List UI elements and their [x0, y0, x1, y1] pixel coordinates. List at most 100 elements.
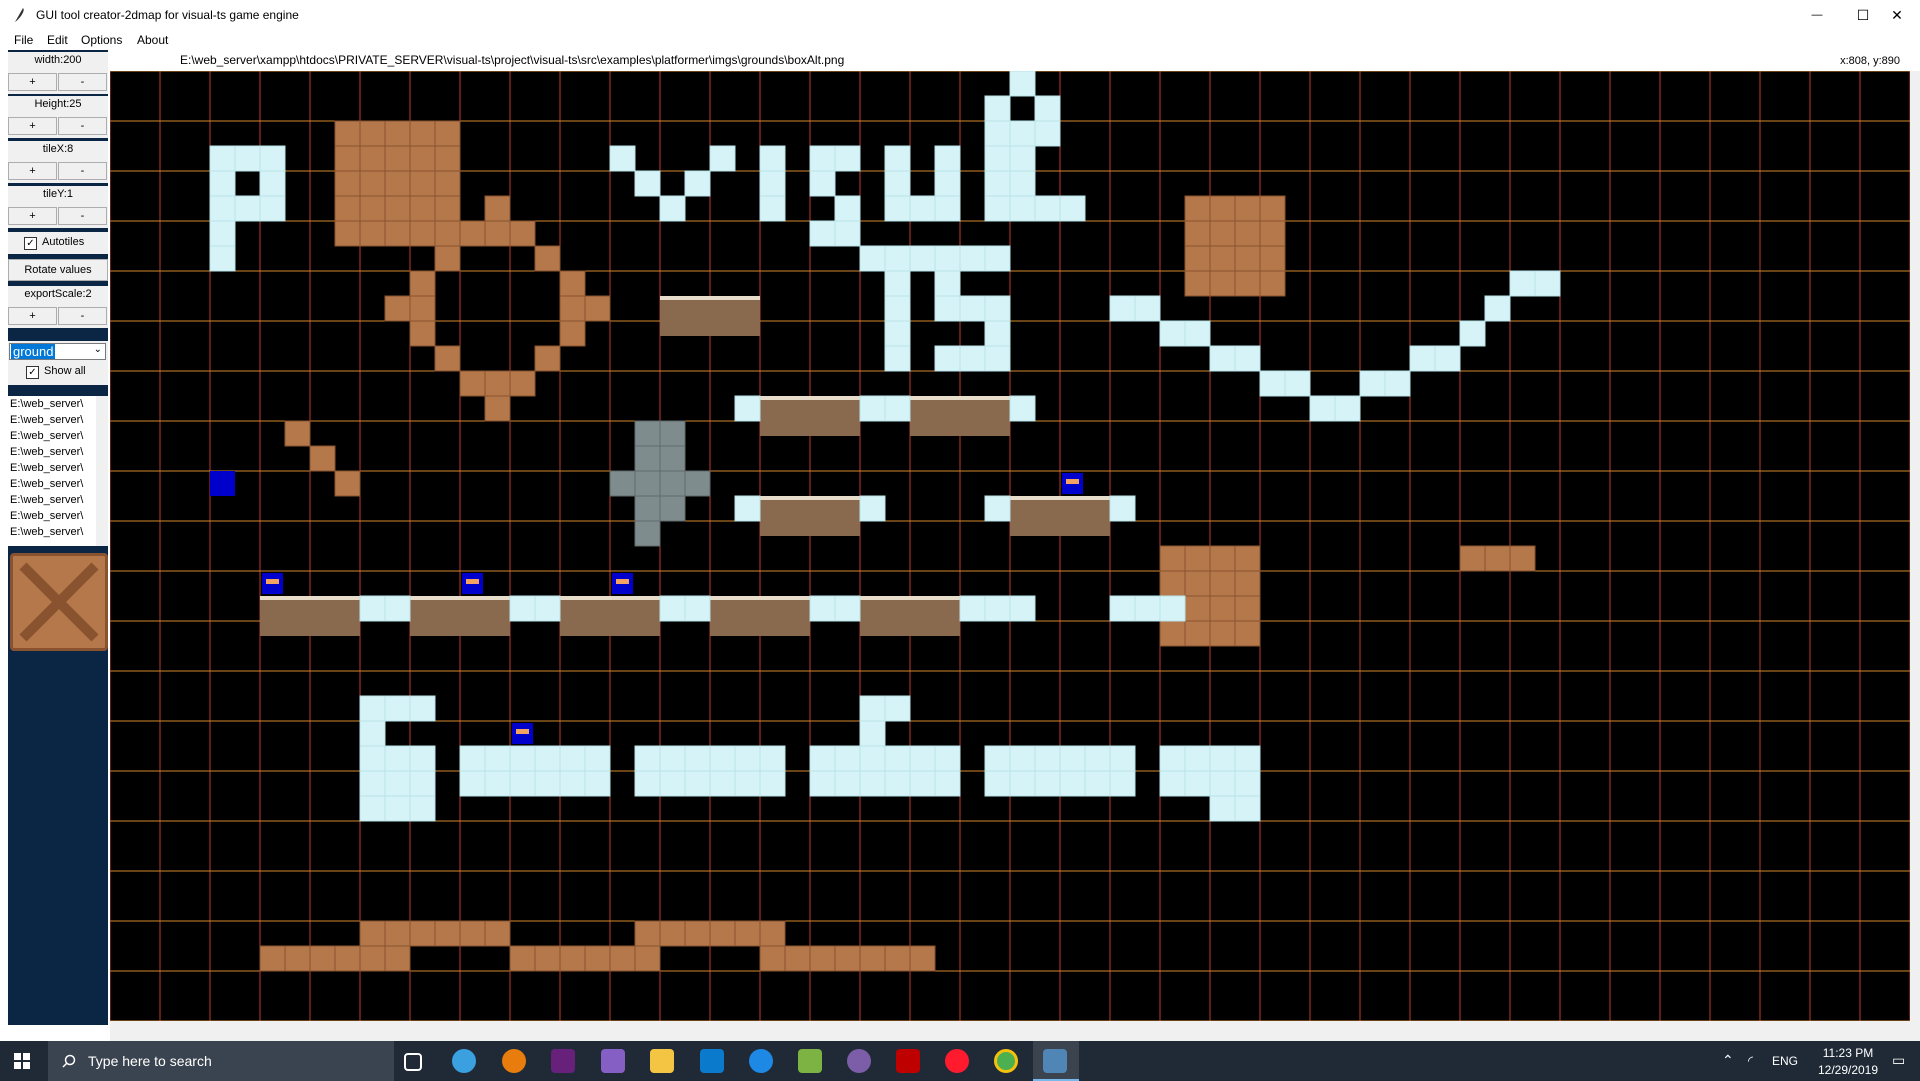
- menu-file[interactable]: File: [14, 33, 33, 47]
- map-grid[interactable]: [110, 71, 1910, 1021]
- blender-icon[interactable]: [502, 1049, 526, 1073]
- filezilla-icon[interactable]: [896, 1049, 920, 1073]
- width-panel: width:200 + -: [8, 52, 108, 94]
- rotate-values-button[interactable]: Rotate values: [8, 259, 108, 281]
- file-list[interactable]: E:\web_server\ E:\web_server\ E:\web_ser…: [8, 396, 108, 546]
- app-purple-icon[interactable]: [847, 1049, 871, 1073]
- export-plus-button[interactable]: +: [8, 307, 57, 325]
- box-tile: [484, 395, 511, 422]
- close-button[interactable]: ✕: [1874, 0, 1920, 30]
- ice-tile: [384, 745, 411, 772]
- list-item[interactable]: E:\web_server\: [8, 412, 96, 428]
- list-item[interactable]: E:\web_server\: [8, 444, 96, 460]
- list-item[interactable]: E:\web_server\: [8, 524, 96, 540]
- ice-tile: [934, 770, 961, 797]
- search-placeholder: Type here to search: [88, 1053, 212, 1069]
- box-tile: [409, 295, 436, 322]
- ice-tile: [984, 345, 1011, 372]
- ice-tile: [734, 395, 761, 422]
- windows-start-icon[interactable]: [14, 1053, 30, 1069]
- ice-tile: [859, 720, 886, 747]
- box-tile: [1209, 570, 1236, 597]
- box-tile: [334, 145, 361, 172]
- map-canvas[interactable]: [110, 71, 1910, 1021]
- export-minus-button[interactable]: -: [58, 307, 107, 325]
- width-plus-button[interactable]: +: [8, 73, 57, 91]
- ice-tile: [884, 295, 911, 322]
- ice-tile: [1084, 745, 1111, 772]
- vscode-icon[interactable]: [700, 1049, 724, 1073]
- ice-tile: [984, 495, 1011, 522]
- ice-tile: [1209, 770, 1236, 797]
- list-item[interactable]: E:\web_server\: [8, 460, 96, 476]
- height-plus-button[interactable]: +: [8, 117, 57, 135]
- box-tile: [1184, 595, 1211, 622]
- list-item[interactable]: E:\web_server\: [8, 396, 96, 412]
- width-minus-button[interactable]: -: [58, 73, 107, 91]
- ice-tile: [1009, 595, 1036, 622]
- list-item[interactable]: E:\web_server\: [8, 492, 96, 508]
- box-tile: [1259, 270, 1286, 297]
- chrome-icon[interactable]: [994, 1049, 1018, 1073]
- ice-tile: [859, 695, 886, 722]
- feather-icon: [15, 8, 24, 22]
- ice-tile: [1209, 745, 1236, 772]
- menu-options[interactable]: Options: [81, 33, 122, 47]
- minimize-button[interactable]: —: [1794, 0, 1840, 30]
- box-tile: [609, 945, 636, 972]
- tilex-minus-button[interactable]: -: [58, 162, 107, 180]
- autotiles-label: Autotiles: [42, 236, 85, 248]
- ice-tile: [1234, 345, 1261, 372]
- box-tile: [1234, 620, 1261, 647]
- visual-studio-purple-icon[interactable]: [551, 1049, 575, 1073]
- ice-tile: [1034, 120, 1061, 147]
- ice-tile: [759, 770, 786, 797]
- clock-time[interactable]: 11:23 PM: [1808, 1046, 1888, 1060]
- menu-edit[interactable]: Edit: [47, 33, 68, 47]
- language-indicator[interactable]: ENG: [1772, 1054, 1798, 1068]
- autotiles-checkbox[interactable]: ✓: [24, 237, 37, 250]
- box-tile: [734, 920, 761, 947]
- chevron-up-icon[interactable]: ⌃: [1722, 1052, 1734, 1069]
- app-blue-icon[interactable]: [749, 1049, 773, 1073]
- list-item[interactable]: E:\web_server\: [8, 428, 96, 444]
- box-tile: [359, 220, 386, 247]
- ice-tile: [384, 795, 411, 822]
- box-tile: [409, 320, 436, 347]
- list-item[interactable]: E:\web_server\: [8, 508, 96, 524]
- opera-icon[interactable]: [945, 1049, 969, 1073]
- task-view-icon[interactable]: [404, 1053, 422, 1071]
- list-item[interactable]: E:\web_server\: [8, 476, 96, 492]
- ice-tile: [1484, 295, 1511, 322]
- height-minus-button[interactable]: -: [58, 117, 107, 135]
- notepad-icon[interactable]: [798, 1049, 822, 1073]
- notification-icon[interactable]: ▭: [1892, 1052, 1905, 1069]
- show-all-checkbox[interactable]: ✓: [26, 366, 39, 379]
- ice-tile: [1009, 745, 1036, 772]
- ice-tile: [834, 595, 861, 622]
- box-tile: [384, 170, 411, 197]
- box-tile: [1259, 245, 1286, 272]
- ground-tile: [860, 596, 960, 636]
- tiley-plus-button[interactable]: +: [8, 207, 57, 225]
- ice-tile: [984, 320, 1011, 347]
- tiley-panel: tileY:1 + -: [8, 186, 108, 228]
- ground-tile: [1010, 496, 1110, 536]
- clock-date[interactable]: 12/29/2019: [1808, 1063, 1888, 1077]
- menu-about[interactable]: About: [137, 33, 168, 47]
- tilex-plus-button[interactable]: +: [8, 162, 57, 180]
- tiley-minus-button[interactable]: -: [58, 207, 107, 225]
- horizontal-scrollbar[interactable]: [110, 1021, 1920, 1041]
- taskbar-search[interactable]: Type here to search: [48, 1041, 394, 1081]
- ice-tile: [984, 295, 1011, 322]
- list-scrollbar[interactable]: [96, 396, 108, 546]
- vertical-scrollbar[interactable]: [1910, 71, 1920, 1021]
- ice-tile: [484, 770, 511, 797]
- app-circle-icon[interactable]: [452, 1049, 476, 1073]
- box-tile: [584, 945, 611, 972]
- file-explorer-icon[interactable]: [650, 1049, 674, 1073]
- chevron-down-icon: ⌄: [93, 344, 102, 355]
- layer-select[interactable]: ground ⌄: [9, 343, 106, 360]
- network-icon[interactable]: ◜: [1748, 1053, 1753, 1069]
- visual-studio-icon[interactable]: [601, 1049, 625, 1073]
